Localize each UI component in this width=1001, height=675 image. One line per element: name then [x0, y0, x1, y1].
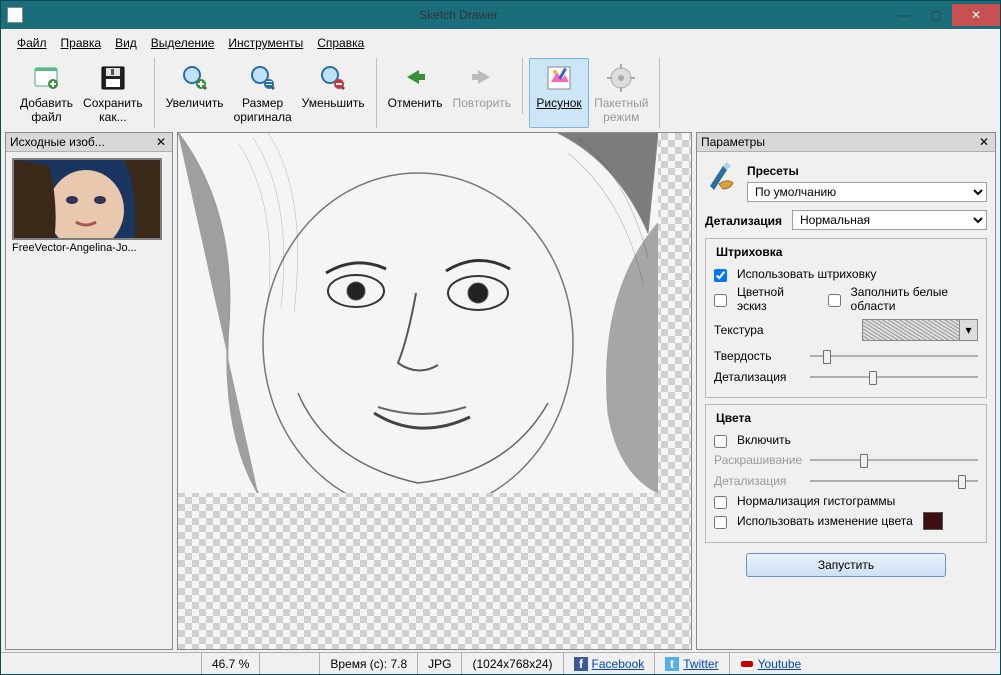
svg-text:t: t	[670, 657, 674, 671]
color-swatch[interactable]	[923, 512, 943, 530]
presets-label: Пресеты	[747, 164, 987, 178]
twitter-link[interactable]: tTwitter	[665, 657, 718, 671]
thumbnail[interactable]	[12, 158, 162, 240]
save-as-button[interactable]: Сохранить как...	[78, 58, 148, 128]
parameters-title: Параметры	[701, 135, 977, 149]
save-icon	[96, 61, 130, 95]
texture-sample	[863, 320, 959, 340]
detail-label: Детализация	[705, 214, 782, 228]
source-panel-title: Исходные изоб...	[10, 135, 154, 149]
close-button[interactable]: ✕	[952, 4, 1000, 26]
titlebar: Sketch Drawer — ▢ ✕	[1, 1, 1000, 29]
statusbar: 46.7 % Время (с): 7.8 JPG (1024x768x24) …	[1, 652, 1000, 674]
menu-edit[interactable]: Правка	[55, 34, 108, 52]
normalize-checkbox[interactable]	[714, 496, 727, 509]
preset-select[interactable]: По умолчанию	[747, 182, 987, 202]
status-format: JPG	[417, 653, 461, 674]
menu-file[interactable]: Файл	[11, 34, 53, 52]
colors-enable-checkbox[interactable]	[714, 435, 727, 448]
sketch-preview	[178, 133, 658, 493]
menubar: Файл Правка Вид Выделение Инструменты Сп…	[1, 30, 1000, 56]
batch-button: Пакетный режим	[589, 58, 653, 128]
batch-icon	[604, 61, 638, 95]
chevron-down-icon[interactable]: ▾	[959, 320, 977, 340]
menu-selection[interactable]: Выделение	[145, 34, 221, 52]
texture-picker[interactable]: ▾	[862, 319, 978, 341]
redo-button: Повторить	[447, 58, 516, 114]
facebook-icon: f	[574, 657, 588, 671]
toolbar: Добавить файл Сохранить как... Увеличить…	[1, 56, 1000, 132]
youtube-link[interactable]: Youtube	[740, 657, 802, 671]
parameters-panel: Параметры ✕ Пресеты По умолчанию Детализ…	[696, 132, 996, 650]
zoom-out-icon	[316, 61, 350, 95]
menu-view[interactable]: Вид	[109, 34, 143, 52]
source-panel: Исходные изоб... ✕ FreeVector-Angelina-J…	[5, 132, 173, 650]
use-color-change-checkbox[interactable]	[714, 516, 727, 529]
status-time: Время (с): 7.8	[319, 653, 417, 674]
zoom-in-button[interactable]: Увеличить	[161, 58, 229, 128]
texture-label: Текстура	[714, 323, 764, 337]
run-button[interactable]: Запустить	[746, 553, 946, 577]
fill-white-checkbox[interactable]	[828, 294, 841, 307]
status-dims: (1024x768x24)	[461, 653, 562, 674]
drawing-icon	[542, 61, 576, 95]
zoom-out-button[interactable]: Уменьшить	[297, 58, 370, 128]
app-icon	[7, 7, 23, 23]
source-panel-close[interactable]: ✕	[154, 135, 168, 149]
menu-tools[interactable]: Инструменты	[222, 34, 309, 52]
zoom-original-icon: =	[246, 61, 280, 95]
twitter-icon: t	[665, 657, 679, 671]
colors-legend: Цвета	[712, 411, 755, 425]
facebook-link[interactable]: fFacebook	[574, 657, 645, 671]
hardness-slider[interactable]	[810, 347, 978, 365]
zoom-in-icon	[178, 61, 212, 95]
parameters-close[interactable]: ✕	[977, 135, 991, 149]
colorize-slider	[810, 451, 978, 469]
maximize-button[interactable]: ▢	[920, 4, 952, 26]
window-title: Sketch Drawer	[29, 8, 888, 22]
undo-icon	[398, 61, 432, 95]
color-sketch-checkbox[interactable]	[714, 294, 727, 307]
svg-text:=: =	[265, 76, 272, 90]
hatch-detail-slider[interactable]	[810, 368, 978, 386]
add-file-icon	[30, 61, 64, 95]
undo-button[interactable]: Отменить	[383, 58, 448, 114]
status-zoom: 46.7 %	[201, 653, 259, 674]
drawing-button[interactable]: Рисунок	[529, 58, 589, 128]
add-file-button[interactable]: Добавить файл	[15, 58, 78, 128]
presets-icon	[705, 158, 739, 192]
youtube-icon	[740, 657, 754, 671]
thumbnail-caption: FreeVector-Angelina-Jo...	[12, 242, 166, 254]
zoom-original-button[interactable]: = Размер оригинала	[229, 58, 297, 128]
redo-icon	[465, 61, 499, 95]
hatching-legend: Штриховка	[712, 245, 786, 259]
minimize-button[interactable]: —	[888, 4, 920, 26]
detail-select[interactable]: Нормальная	[792, 210, 987, 230]
menu-help[interactable]: Справка	[311, 34, 370, 52]
use-hatching-checkbox[interactable]	[714, 269, 727, 282]
colors-detail-slider	[810, 472, 978, 490]
canvas[interactable]	[177, 132, 692, 650]
